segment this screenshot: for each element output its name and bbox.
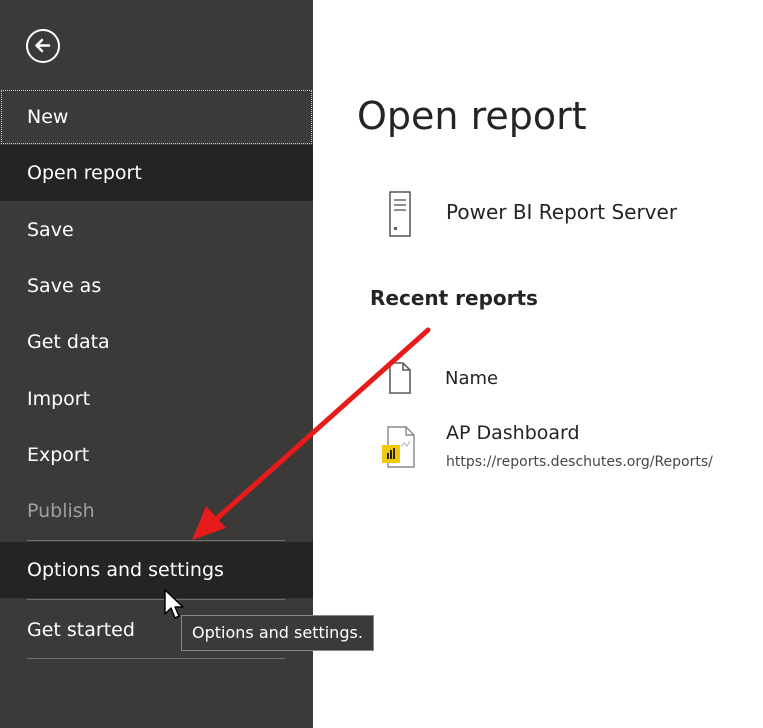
- server-icon: [389, 191, 411, 237]
- report-name: AP Dashboard: [446, 422, 580, 444]
- nav-publish: Publish: [27, 500, 95, 522]
- nav-divider: [27, 540, 285, 541]
- document-icon: [389, 362, 411, 394]
- nav-export[interactable]: Export: [0, 427, 313, 483]
- back-arrow-icon: [35, 38, 51, 53]
- pbix-file-icon: [382, 426, 415, 468]
- nav-divider: [27, 658, 285, 659]
- recent-list-header: Name: [388, 362, 688, 394]
- nav-options-and-settings[interactable]: Options and settings: [0, 542, 313, 598]
- back-button[interactable]: [26, 29, 60, 63]
- report-server-label: Power BI Report Server: [446, 200, 678, 224]
- page-title: Open report: [357, 94, 587, 138]
- recent-reports-heading: Recent reports: [370, 286, 538, 310]
- tooltip: Options and settings.: [181, 615, 374, 651]
- nav-divider: [27, 599, 285, 600]
- mouse-cursor-icon: [164, 589, 184, 619]
- nav-new[interactable]: New: [0, 89, 313, 145]
- nav-save[interactable]: Save: [0, 202, 313, 258]
- nav-open-report[interactable]: Open report: [0, 145, 313, 201]
- nav-import[interactable]: Import: [0, 371, 313, 427]
- report-url: https://reports.deschutes.org/Reports/: [446, 454, 713, 470]
- nav-save-as[interactable]: Save as: [0, 258, 313, 314]
- column-name-header[interactable]: Name: [445, 368, 498, 389]
- nav-get-data[interactable]: Get data: [0, 314, 313, 370]
- recent-report-item[interactable]: AP Dashboard https://reports.deschutes.o…: [380, 420, 763, 476]
- report-server-link[interactable]: Power BI Report Server: [386, 190, 746, 238]
